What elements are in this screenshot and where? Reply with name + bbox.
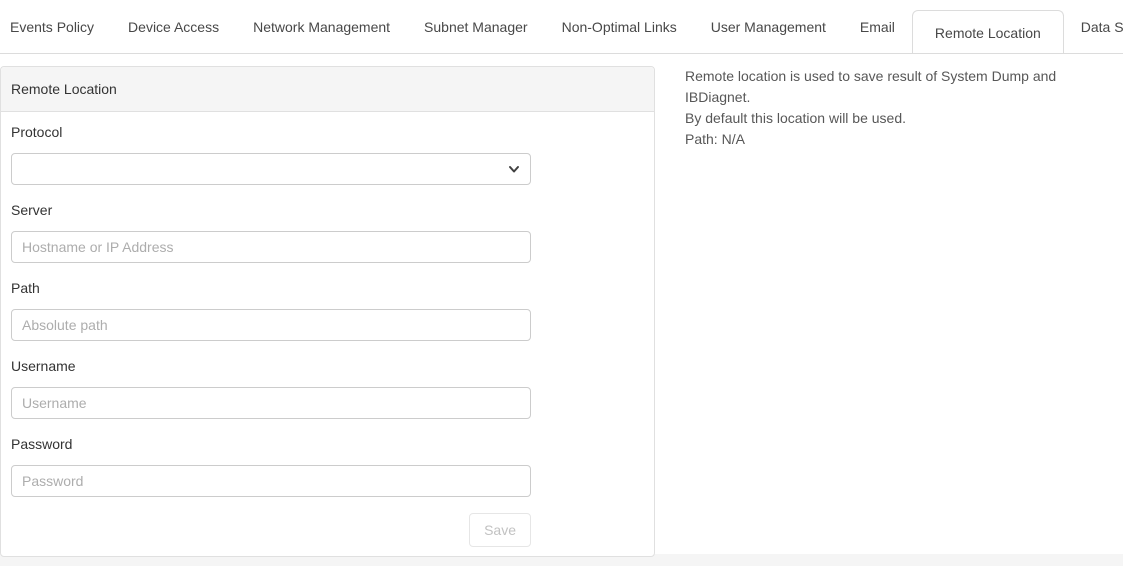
username-label: Username	[11, 359, 644, 373]
remote-location-panel: Remote Location Protocol Server Path	[0, 66, 655, 557]
main-content: Remote Location Protocol Server Path	[0, 54, 1123, 557]
password-input[interactable]	[11, 465, 531, 497]
tab-device-access[interactable]: Device Access	[111, 0, 236, 53]
tab-user-management[interactable]: User Management	[694, 0, 843, 53]
tab-data-streaming[interactable]: Data Streaming	[1064, 0, 1123, 53]
panel-title: Remote Location	[1, 67, 654, 112]
protocol-select[interactable]	[11, 153, 531, 185]
tab-subnet-manager[interactable]: Subnet Manager	[407, 0, 545, 53]
protocol-label: Protocol	[11, 125, 644, 139]
server-input-wrap	[11, 231, 531, 263]
username-input[interactable]	[11, 387, 531, 419]
help-line: By default this location will be used.	[685, 108, 1123, 129]
settings-page: Events Policy Device Access Network Mana…	[0, 0, 1123, 554]
tab-non-optimal-links[interactable]: Non-Optimal Links	[545, 0, 694, 53]
tab-email[interactable]: Email	[843, 0, 912, 53]
server-input[interactable]	[11, 231, 531, 263]
path-input[interactable]	[11, 309, 531, 341]
path-label: Path	[11, 281, 644, 295]
tab-events-policy[interactable]: Events Policy	[0, 0, 111, 53]
tab-remote-location[interactable]: Remote Location	[912, 10, 1064, 54]
path-input-wrap	[11, 309, 531, 341]
username-input-wrap	[11, 387, 531, 419]
help-line: Path: N/A	[685, 129, 1123, 150]
server-label: Server	[11, 203, 644, 217]
tab-network-management[interactable]: Network Management	[236, 0, 407, 53]
help-line: Remote location is used to save result o…	[685, 66, 1123, 108]
settings-tabbar: Events Policy Device Access Network Mana…	[0, 0, 1123, 54]
save-row: Save	[11, 513, 531, 547]
password-label: Password	[11, 437, 644, 451]
help-text: Remote location is used to save result o…	[685, 66, 1123, 150]
save-button[interactable]: Save	[469, 513, 531, 547]
protocol-select-wrap	[11, 153, 531, 185]
remote-location-form: Protocol Server Path Username	[1, 125, 654, 556]
password-input-wrap	[11, 465, 531, 497]
